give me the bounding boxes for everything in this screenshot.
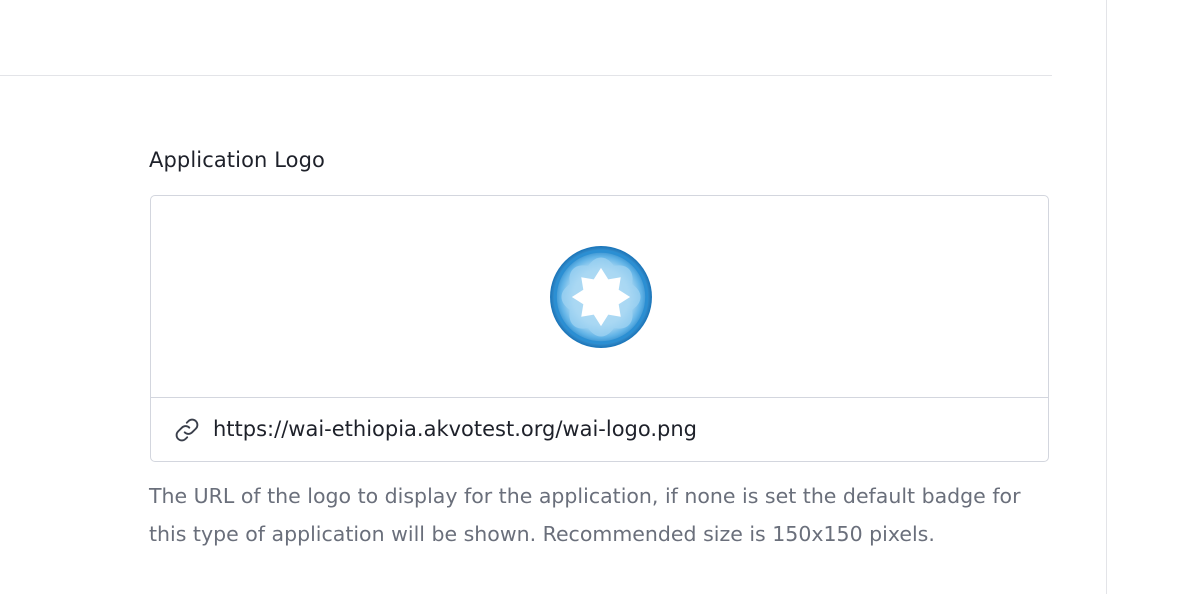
logo-field <box>150 195 1049 462</box>
logo-help-text: The URL of the logo to display for the a… <box>149 484 1021 546</box>
section-divider <box>0 75 1052 76</box>
logo-url-input[interactable] <box>213 412 1033 446</box>
logo-url-row <box>151 398 1048 462</box>
logo-preview <box>151 196 1048 398</box>
panel-divider <box>1106 0 1107 594</box>
page: Application Logo https://wai-ethiopia.ak… <box>0 0 1200 594</box>
application-logo-label: Application Logo <box>149 148 325 172</box>
link-icon <box>175 418 199 442</box>
wai-logo-image <box>550 246 652 348</box>
